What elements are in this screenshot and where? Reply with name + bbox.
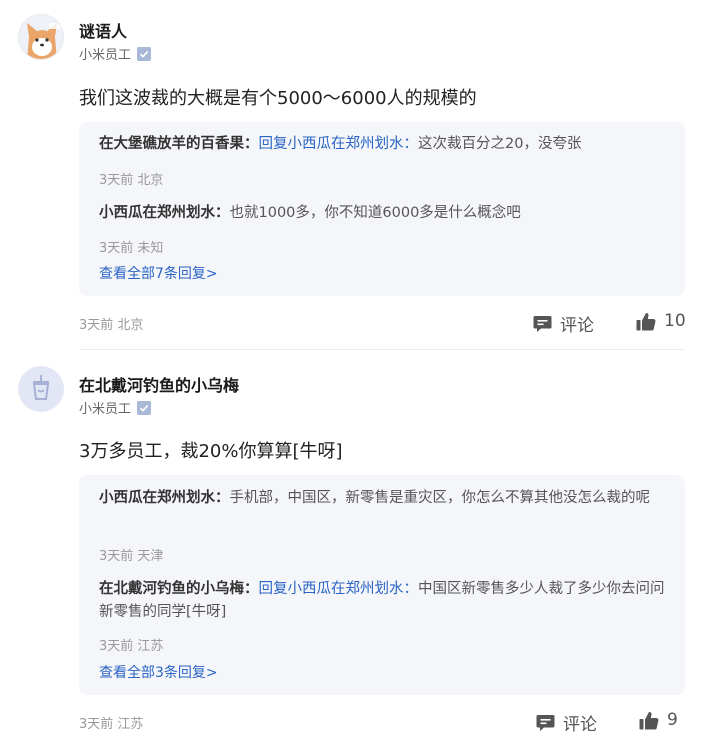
comment-meta: 3天前 北京: [79, 318, 144, 333]
reply-thread: 小西瓜在郑州划水：手机部，中国区，新零售是重灾区，你怎么不算其他没怎么裁的呢 3…: [79, 475, 685, 695]
user-avatar[interactable]: [18, 14, 64, 60]
shiba-avatar-icon: [19, 15, 63, 59]
comment-author[interactable]: 谜语人: [79, 18, 127, 42]
comment-button-label: 评论: [560, 316, 594, 336]
like-button[interactable]: 9: [639, 710, 678, 730]
verified-badge-icon: [137, 400, 152, 415]
reply-item: 小西瓜在郑州划水：手机部，中国区，新零售是重灾区，你怎么不算其他没怎么裁的呢: [99, 490, 651, 506]
like-count: 10: [664, 311, 686, 331]
comment-button[interactable]: 评论: [536, 710, 597, 735]
verified-badge-icon: [137, 46, 152, 61]
reply-text: 也就1000多，你不知道6000多是什么概念吧: [229, 205, 521, 221]
comment-content: 我们这波裁的大概是有个5000～6000人的规模的: [79, 88, 477, 109]
reply-prefix: 回复: [258, 136, 288, 152]
reply-author[interactable]: 小西瓜在郑州划水: [99, 205, 215, 221]
reply-item: 在大堡礁放羊的百香果：回复小西瓜在郑州划水：这次裁百分之20，没夸张: [99, 136, 582, 152]
comment-button[interactable]: 评论: [533, 311, 594, 336]
reply-item: 小西瓜在郑州划水：也就1000多，你不知道6000多是什么概念吧: [99, 205, 521, 221]
author-role: 小米员工: [79, 398, 152, 417]
reply-meta: 3天前 北京: [99, 173, 164, 188]
reply-author[interactable]: 在大堡礁放羊的百香果: [99, 136, 244, 152]
reply-thread: 在大堡礁放羊的百香果：回复小西瓜在郑州划水：这次裁百分之20，没夸张 3天前 北…: [79, 122, 685, 296]
like-button[interactable]: 10: [636, 311, 686, 331]
author-role: 小米员工: [79, 44, 152, 63]
reply-text: 这次裁百分之20，没夸张: [418, 136, 582, 152]
reply-to-user[interactable]: 小西瓜在郑州划水: [288, 136, 404, 152]
comment-bubble-icon: [533, 315, 552, 332]
reply-prefix: 回复: [258, 581, 288, 597]
comment-button-label: 评论: [563, 715, 597, 735]
reply-meta: 3天前 天津: [99, 549, 164, 564]
author-role-label: 小米员工: [79, 402, 132, 417]
reply-author[interactable]: 小西瓜在郑州划水: [99, 490, 215, 506]
drink-cup-avatar-icon: [18, 366, 64, 412]
user-avatar[interactable]: [18, 366, 64, 412]
comment-content: 3万多员工，裁20%你算算[牛呀]: [79, 441, 343, 462]
author-role-label: 小米员工: [79, 48, 132, 63]
reply-author[interactable]: 在北戴河钓鱼的小乌梅: [99, 581, 244, 597]
comment-divider: [79, 349, 685, 350]
reply-meta: 3天前 江苏: [99, 639, 164, 654]
comment-author[interactable]: 在北戴河钓鱼的小乌梅: [79, 372, 239, 396]
view-all-replies-link[interactable]: 查看全部3条回复>: [99, 662, 218, 682]
comment-bubble-icon: [536, 714, 555, 731]
reply-text: 手机部，中国区，新零售是重灾区，你怎么不算其他没怎么裁的呢: [229, 490, 651, 506]
like-count: 9: [667, 710, 678, 730]
view-all-replies-link[interactable]: 查看全部7条回复>: [99, 263, 218, 283]
thumbs-up-icon: [636, 312, 656, 331]
thumbs-up-icon: [639, 711, 659, 730]
reply-item: 在北戴河钓鱼的小乌梅：回复小西瓜在郑州划水：中国区新零售多少人裁了多少你去问问新…: [99, 581, 665, 620]
reply-to-user[interactable]: 小西瓜在郑州划水: [288, 581, 404, 597]
reply-meta: 3天前 未知: [99, 241, 164, 256]
comment-meta: 3天前 江苏: [79, 717, 144, 732]
